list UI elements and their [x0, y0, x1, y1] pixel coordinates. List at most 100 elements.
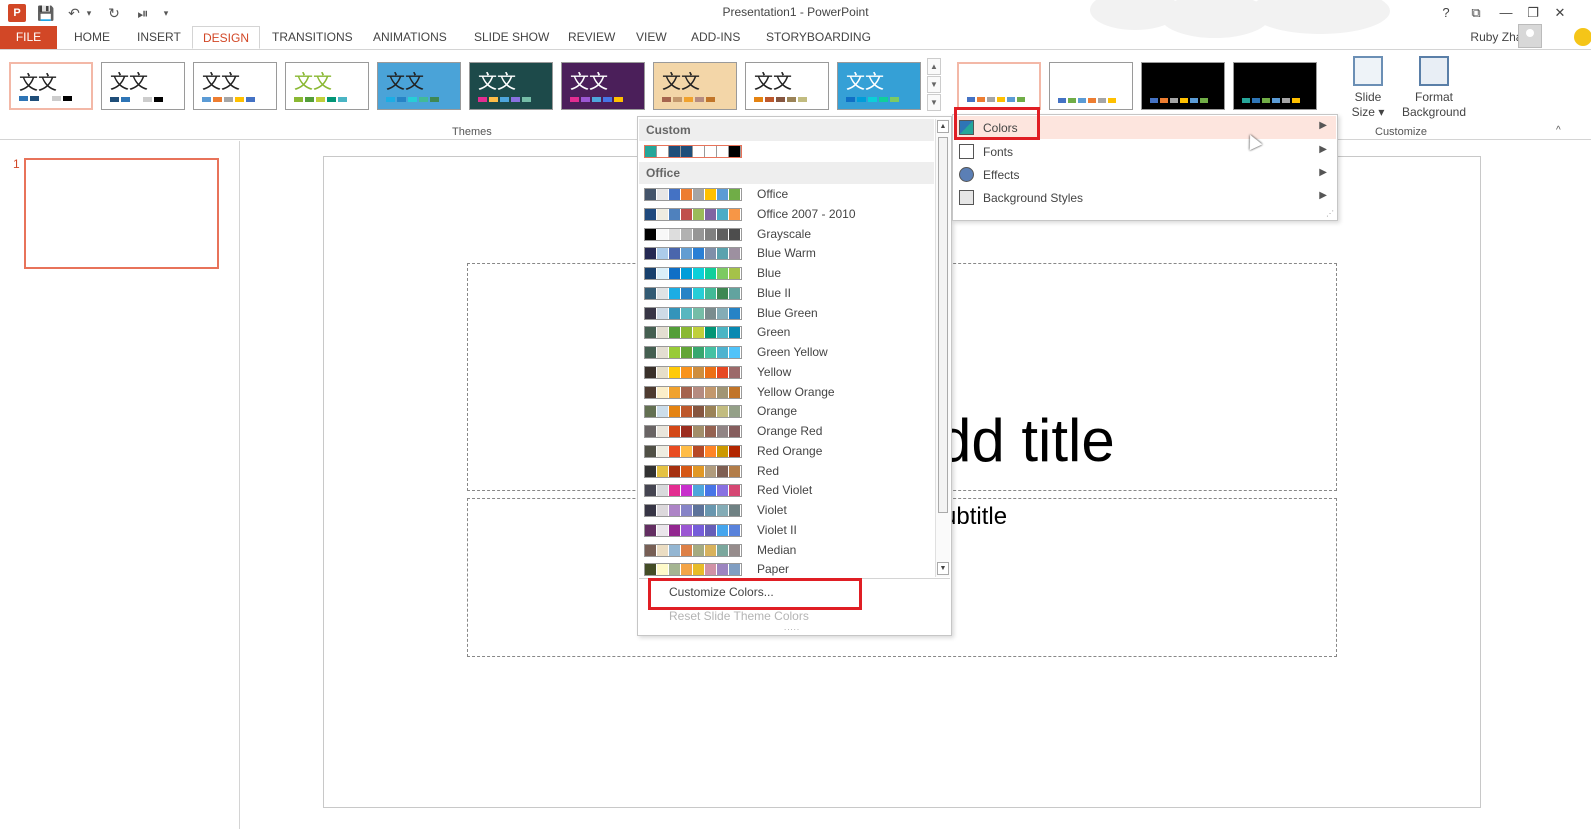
- custom-color-palette[interactable]: [639, 141, 934, 161]
- tab-storyboarding[interactable]: STORYBOARDING: [756, 26, 881, 49]
- tab-slide-show[interactable]: SLIDE SHOW: [464, 26, 559, 49]
- color-chip: [717, 426, 729, 437]
- variant-color-chip: [967, 97, 975, 102]
- theme-color-chip: [614, 97, 623, 102]
- color-chip: [729, 524, 741, 536]
- variant-thumbnail[interactable]: [957, 62, 1041, 110]
- tab-view[interactable]: VIEW: [626, 26, 677, 49]
- tab-animations[interactable]: ANIMATIONS: [363, 26, 457, 49]
- color-chip: [717, 485, 729, 497]
- gallery-scroll-up-icon[interactable]: ▲: [927, 58, 941, 75]
- color-palette-item[interactable]: Blue Green: [639, 303, 934, 323]
- color-palette-item[interactable]: Red Orange: [639, 441, 934, 461]
- tab-add-ins[interactable]: ADD-INS: [681, 26, 750, 49]
- theme-color-bars: [110, 97, 163, 103]
- color-palette-item[interactable]: Violet: [639, 500, 934, 520]
- color-palette-item[interactable]: Office 2007 - 2010: [639, 204, 934, 224]
- color-palette-item[interactable]: Red: [639, 461, 934, 481]
- theme-thumbnail[interactable]: 文文: [101, 62, 185, 110]
- color-palette-item[interactable]: Orange Red: [639, 421, 934, 441]
- slide-thumbnail[interactable]: [24, 158, 219, 269]
- color-palette-item[interactable]: Orange: [639, 401, 934, 421]
- slide-size-label: Slide: [1354, 90, 1382, 104]
- palette-name: Office: [757, 187, 789, 201]
- color-chip: [693, 327, 705, 339]
- tab-insert[interactable]: INSERT: [127, 26, 191, 49]
- color-palette-item[interactable]: Blue: [639, 263, 934, 283]
- slide-size-label-2: Size ▾: [1351, 105, 1385, 119]
- variant-thumbnail[interactable]: [1233, 62, 1317, 110]
- gallery-more-icon[interactable]: ▼: [927, 94, 941, 111]
- color-chip: [717, 208, 729, 220]
- variants-menu-item-fonts[interactable]: Fonts ▶: [954, 140, 1336, 163]
- color-chip: [705, 445, 717, 457]
- color-palette-item[interactable]: Yellow Orange: [639, 382, 934, 402]
- color-palette-item[interactable]: Violet II: [639, 520, 934, 540]
- color-chip: [729, 564, 741, 576]
- color-palette-item[interactable]: Grayscale: [639, 224, 934, 244]
- color-chip: [669, 505, 681, 516]
- color-palette-item[interactable]: Green Yellow: [639, 342, 934, 362]
- color-palette-item[interactable]: Blue Warm: [639, 243, 934, 263]
- scroll-down-icon[interactable]: ▼: [937, 562, 949, 575]
- color-palette-item[interactable]: Green: [639, 322, 934, 342]
- avatar[interactable]: [1518, 24, 1542, 48]
- tab-file[interactable]: FILE: [0, 26, 57, 49]
- color-palette-item[interactable]: Office: [639, 184, 934, 204]
- tab-transitions[interactable]: TRANSITIONS: [262, 26, 363, 49]
- theme-color-chip: [430, 97, 439, 102]
- theme-thumbnail[interactable]: 文文: [561, 62, 645, 110]
- palette-swatch: [644, 227, 742, 241]
- color-chip: [681, 208, 693, 220]
- themes-group-label: Themes: [452, 126, 492, 138]
- resize-grip-icon[interactable]: .....: [784, 623, 800, 632]
- theme-thumbnail[interactable]: 文文: [377, 62, 461, 110]
- color-chip: [729, 544, 741, 556]
- theme-thumbnail[interactable]: 文文: [469, 62, 553, 110]
- color-chip: [645, 445, 657, 457]
- theme-thumbnail[interactable]: 文文: [9, 62, 93, 110]
- variant-thumbnail[interactable]: [1049, 62, 1133, 110]
- restore-icon[interactable]: ❐: [1521, 3, 1545, 23]
- theme-thumbnail[interactable]: 文文: [653, 62, 737, 110]
- tab-review[interactable]: REVIEW: [558, 26, 625, 49]
- theme-color-chip: [570, 97, 579, 102]
- colors-menu-scrollbar[interactable]: ▲ ▼: [935, 119, 950, 577]
- minimize-icon[interactable]: —: [1494, 3, 1518, 23]
- color-palette-item[interactable]: Median: [639, 540, 934, 560]
- color-palette-item[interactable]: Yellow: [639, 362, 934, 382]
- color-palette-item[interactable]: Blue II: [639, 283, 934, 303]
- theme-color-chip: [110, 97, 119, 102]
- theme-thumbnail[interactable]: 文文: [193, 62, 277, 110]
- ribbon-display-options-icon[interactable]: ⧉: [1464, 3, 1488, 23]
- tab-home[interactable]: HOME: [64, 26, 120, 49]
- variants-menu-item-effects[interactable]: Effects ▶: [954, 163, 1336, 186]
- collapse-ribbon-icon[interactable]: ^: [1556, 125, 1561, 136]
- close-icon[interactable]: ✕: [1548, 3, 1572, 23]
- resize-grip-icon[interactable]: ⋰: [1326, 209, 1334, 218]
- send-feedback-smiley-icon[interactable]: [1574, 28, 1591, 46]
- color-chip: [681, 189, 693, 200]
- gallery-scroll-down-icon[interactable]: ▼: [927, 76, 941, 93]
- theme-color-chip: [143, 97, 152, 102]
- color-palette-item[interactable]: Paper: [639, 559, 934, 579]
- color-chip: [669, 146, 681, 157]
- color-palette-item[interactable]: Red Violet: [639, 480, 934, 500]
- theme-thumbnail[interactable]: 文文: [837, 62, 921, 110]
- scrollbar-thumb[interactable]: [938, 137, 948, 513]
- color-chip: [657, 544, 669, 556]
- theme-color-bars: [662, 97, 715, 103]
- slide-size-button[interactable]: Slide Size ▾: [1348, 56, 1388, 120]
- variant-thumbnail[interactable]: [1141, 62, 1225, 110]
- theme-color-chip: [63, 96, 72, 101]
- color-chip: [705, 544, 717, 556]
- variants-menu-item-background-styles[interactable]: Background Styles ▶: [954, 186, 1336, 209]
- background-styles-icon: [959, 190, 974, 205]
- theme-thumbnail[interactable]: 文文: [285, 62, 369, 110]
- scroll-up-icon[interactable]: ▲: [937, 120, 949, 133]
- color-chip: [705, 406, 717, 418]
- tab-design[interactable]: DESIGN: [192, 26, 261, 49]
- theme-thumbnail[interactable]: 文文: [745, 62, 829, 110]
- format-background-button[interactable]: Format Background: [1398, 56, 1470, 120]
- help-icon[interactable]: ?: [1434, 3, 1458, 23]
